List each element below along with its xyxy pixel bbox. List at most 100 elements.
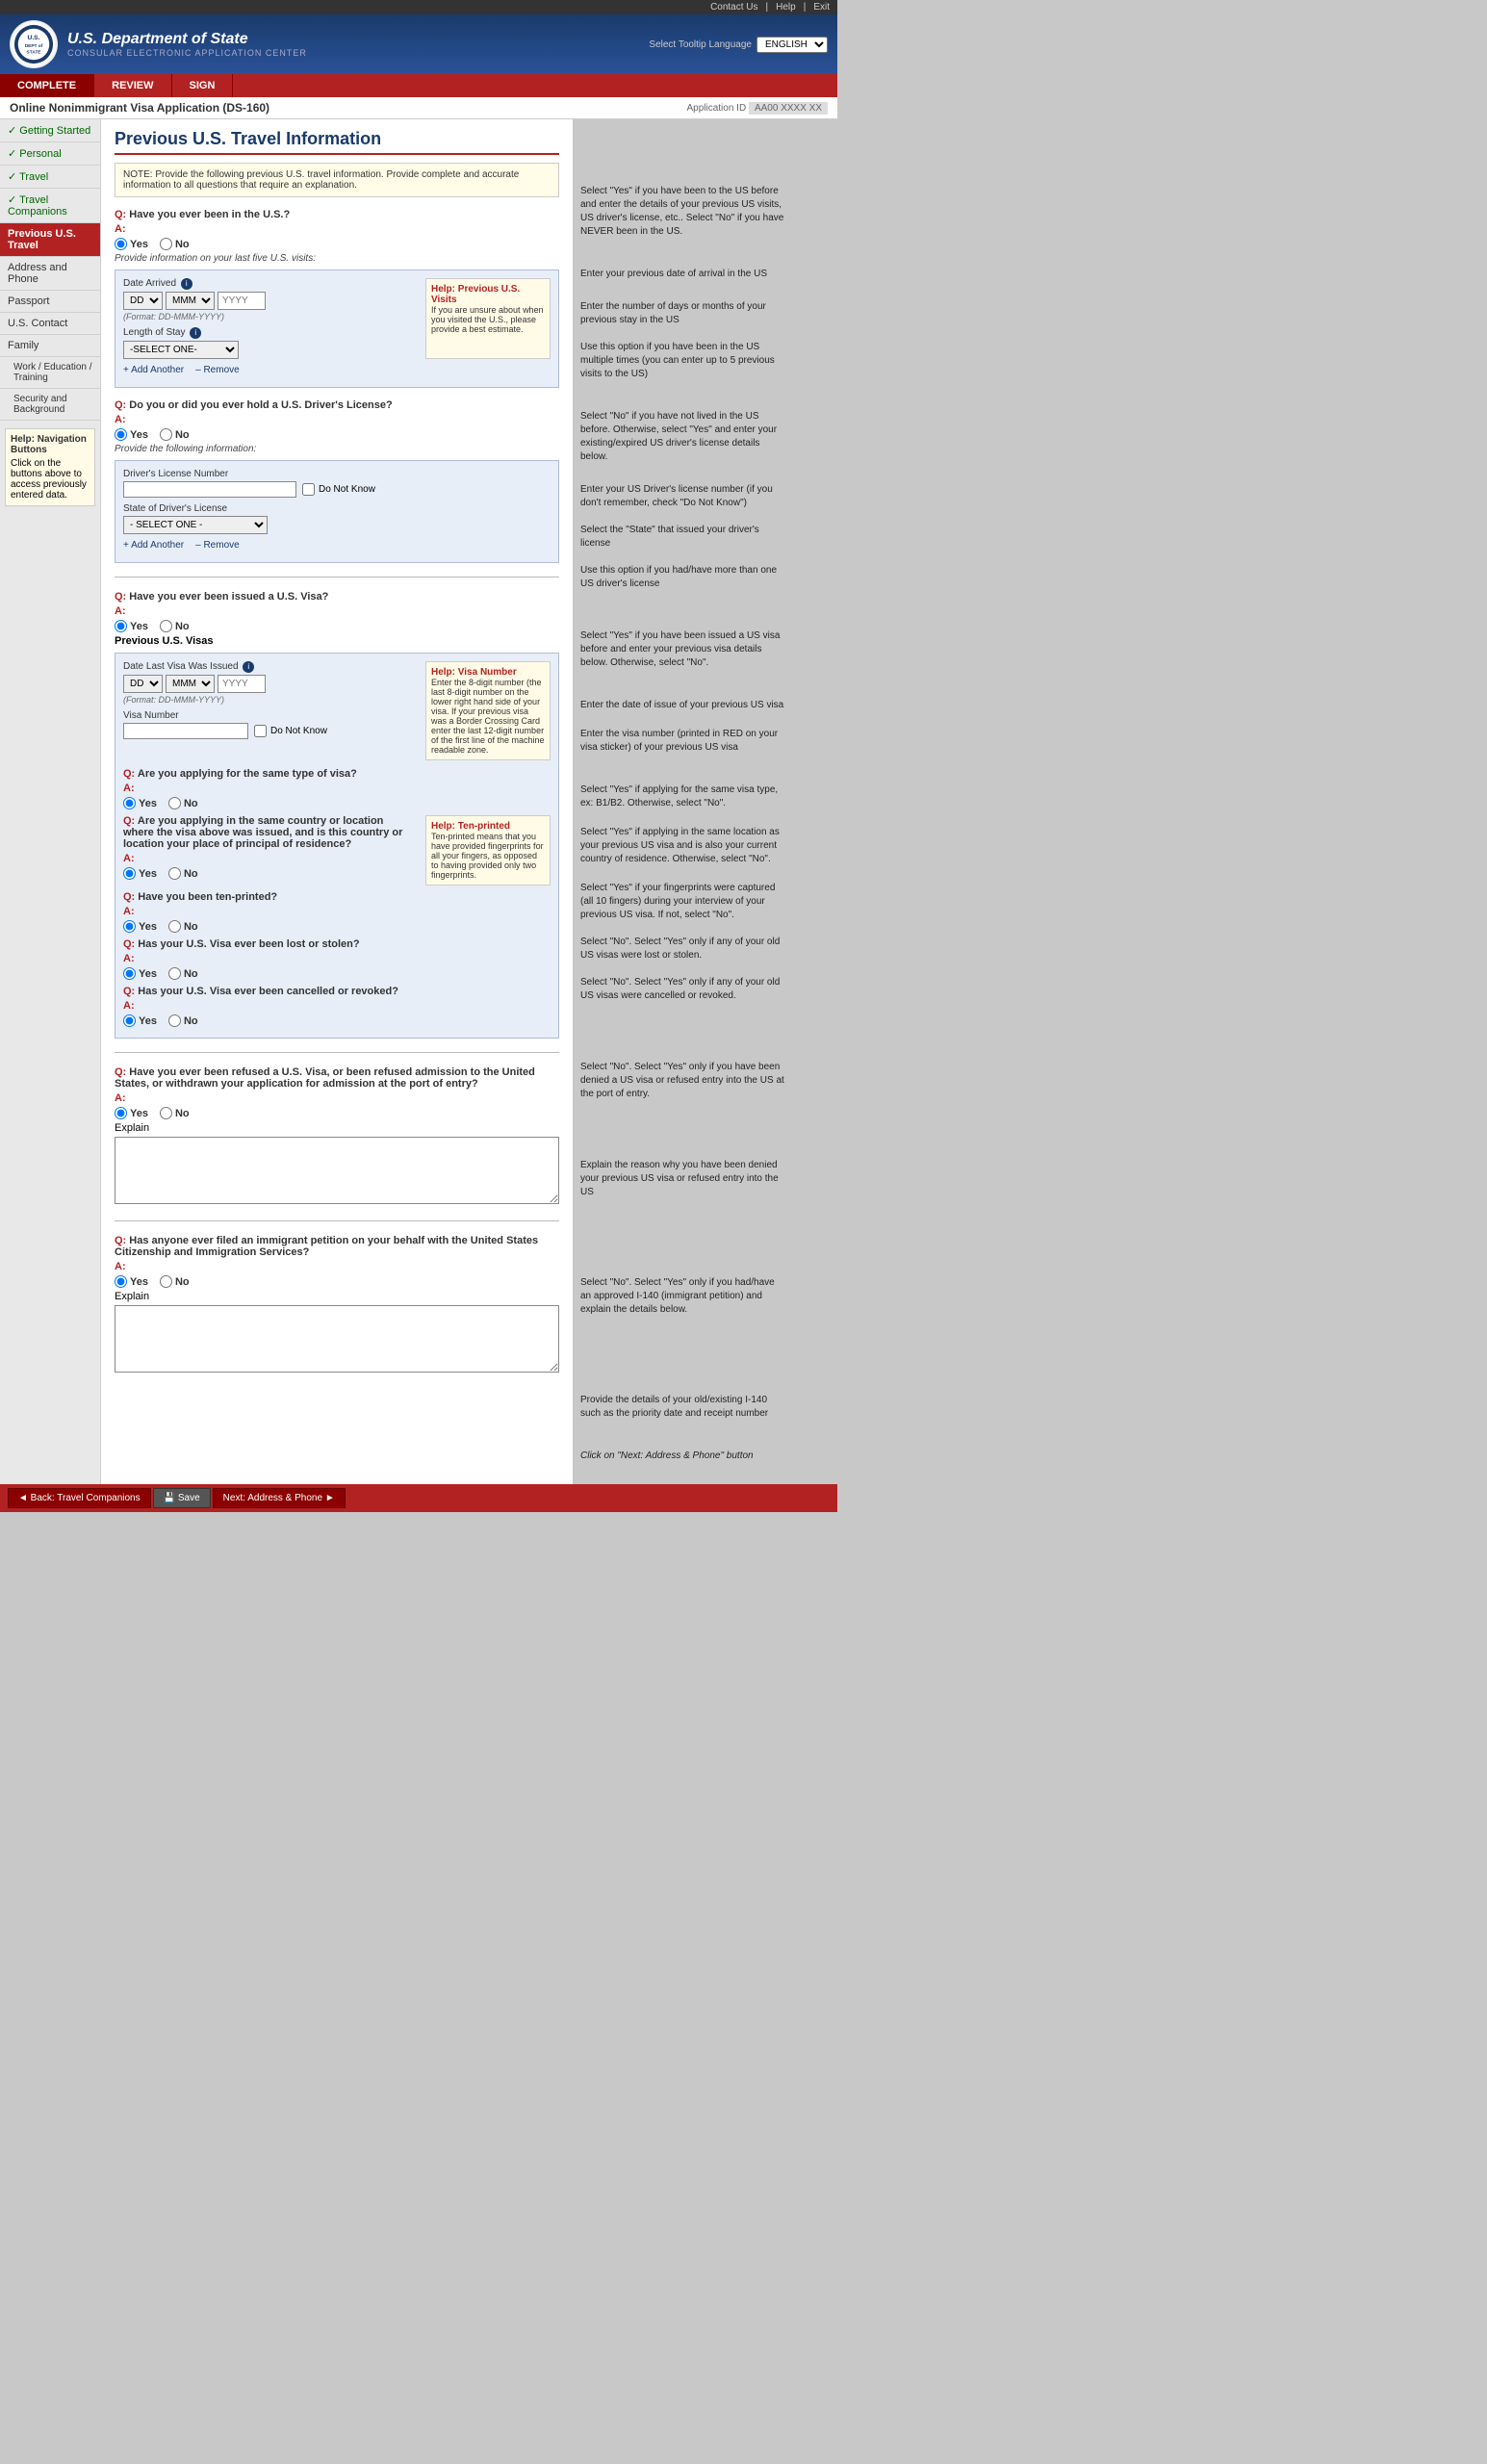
- nav-tabs: COMPLETE REVIEW SIGN: [0, 74, 837, 97]
- year-input[interactable]: [218, 292, 266, 310]
- dl-do-not-know[interactable]: [302, 483, 315, 496]
- q4-label: Have you ever been refused a U.S. Visa, …: [115, 1066, 535, 1090]
- header: U.S. DEPT of STATE U.S. Department of St…: [0, 14, 837, 74]
- sidebar-item-travel[interactable]: Travel: [0, 166, 100, 189]
- q4-yes[interactable]: Yes: [115, 1107, 148, 1119]
- same-location-yes[interactable]: Yes: [123, 867, 157, 880]
- annotation-14: Select "Yes" if your fingerprints were c…: [580, 882, 786, 922]
- visa-date-format-hint: (Format: DD-MMM-YYYY): [123, 695, 410, 705]
- svg-text:STATE: STATE: [27, 50, 41, 56]
- annotation-9: Select "Yes" if you have been issued a U…: [580, 629, 786, 670]
- same-type-yes[interactable]: Yes: [123, 797, 157, 809]
- visa-year-input[interactable]: [218, 675, 266, 693]
- remove-dl[interactable]: – Remove: [195, 540, 240, 551]
- add-another-visit[interactable]: + Add Another: [123, 365, 184, 375]
- annotation-18: Explain the reason why you have been den…: [580, 1159, 786, 1199]
- sidebar-item-travel-companions[interactable]: Travel Companions: [0, 189, 100, 223]
- sidebar-item-us-contact[interactable]: U.S. Contact: [0, 313, 100, 335]
- same-type-no[interactable]: No: [168, 797, 198, 809]
- visa-day-select[interactable]: DD: [123, 675, 163, 693]
- info-icon-date[interactable]: i: [181, 278, 192, 290]
- sidebar-item-getting-started[interactable]: Getting Started: [0, 119, 100, 142]
- q3-visa-box: Date Last Visa Was Issued i DD MMM (Form…: [115, 653, 559, 1039]
- q3-no[interactable]: No: [160, 620, 190, 632]
- day-select[interactable]: DD: [123, 292, 163, 310]
- app-header: Online Nonimmigrant Visa Application (DS…: [0, 97, 837, 119]
- cancelled-no[interactable]: No: [168, 1014, 198, 1027]
- sidebar-item-previous-us-travel[interactable]: Previous U.S. Travel: [0, 223, 100, 257]
- dl-number-label: Driver's License Number: [123, 469, 551, 479]
- tab-complete[interactable]: COMPLETE: [0, 74, 94, 97]
- note-box: NOTE: Provide the following previous U.S…: [115, 163, 559, 197]
- tab-sign[interactable]: SIGN: [172, 74, 234, 97]
- q5-yes[interactable]: Yes: [115, 1275, 148, 1288]
- lang-label: Select Tooltip Language: [649, 39, 752, 50]
- visa-month-select[interactable]: MMM: [166, 675, 215, 693]
- sidebar-item-family[interactable]: Family: [0, 335, 100, 357]
- q1-yes[interactable]: Yes: [115, 238, 148, 250]
- q5-explain-label: Explain: [115, 1291, 559, 1302]
- right-panel: Select "Yes" if you have been to the US …: [573, 119, 794, 1484]
- ten-printed-yes[interactable]: Yes: [123, 920, 157, 933]
- help-ten-printed: Help: Ten-printed Ten-printed means that…: [425, 815, 551, 886]
- same-location-no[interactable]: No: [168, 867, 198, 880]
- lang-select[interactable]: ENGLISH: [756, 37, 828, 53]
- question-1: Q: Have you ever been in the U.S.? A: Ye…: [115, 209, 559, 388]
- info-icon-visa-date[interactable]: i: [243, 661, 254, 673]
- ten-printed-no[interactable]: No: [168, 920, 198, 933]
- sidebar-item-address-phone[interactable]: Address and Phone: [0, 257, 100, 291]
- annotation-16: Select "No". Select "Yes" only if any of…: [580, 976, 786, 1003]
- q2-no[interactable]: No: [160, 428, 190, 441]
- annotation-12: Select "Yes" if applying for the same vi…: [580, 783, 786, 810]
- q5-no[interactable]: No: [160, 1275, 190, 1288]
- annotation-6: Enter your US Driver's license number (i…: [580, 483, 786, 510]
- next-button[interactable]: Next: Address & Phone ►: [213, 1488, 346, 1508]
- exit-link[interactable]: Exit: [813, 2, 830, 13]
- add-remove-bar-2: + Add Another – Remove: [123, 540, 551, 551]
- annotation-10: Enter the date of issue of your previous…: [580, 699, 786, 712]
- q1-no[interactable]: No: [160, 238, 190, 250]
- cancelled-yes[interactable]: Yes: [123, 1014, 157, 1027]
- length-stay-select[interactable]: -SELECT ONE-: [123, 341, 239, 359]
- visa-do-not-know[interactable]: [254, 725, 267, 737]
- back-button[interactable]: ◄ Back: Travel Companions: [8, 1488, 151, 1508]
- sidebar-item-passport[interactable]: Passport: [0, 291, 100, 313]
- annotation-7: Select the "State" that issued your driv…: [580, 524, 786, 551]
- help-visa-number: Help: Visa Number Enter the 8-digit numb…: [425, 661, 551, 760]
- help-link[interactable]: Help: [776, 2, 796, 13]
- info-icon-stay[interactable]: i: [190, 327, 201, 339]
- lang-selector[interactable]: Select Tooltip Language ENGLISH: [649, 37, 828, 53]
- q5-explain-input[interactable]: [115, 1305, 559, 1373]
- tab-review[interactable]: REVIEW: [94, 74, 171, 97]
- add-another-dl[interactable]: + Add Another: [123, 540, 184, 551]
- sidebar-item-personal[interactable]: Personal: [0, 142, 100, 166]
- q4-no[interactable]: No: [160, 1107, 190, 1119]
- annotation-21: Click on "Next: Address & Phone" button: [580, 1450, 786, 1463]
- visa-number-input[interactable]: [123, 723, 248, 739]
- q3-label: Have you ever been issued a U.S. Visa?: [129, 591, 328, 603]
- annotation-2: Enter your previous date of arrival in t…: [580, 268, 786, 281]
- lost-no[interactable]: No: [168, 967, 198, 980]
- save-button[interactable]: 💾 Save: [153, 1488, 211, 1508]
- q4-explain-label: Explain: [115, 1122, 559, 1134]
- month-select[interactable]: MMM: [166, 292, 215, 310]
- contact-link[interactable]: Contact Us: [710, 2, 757, 13]
- visa-do-not-know-label: Do Not Know: [270, 726, 327, 736]
- q2-yes[interactable]: Yes: [115, 428, 148, 441]
- q1-visits-box: Date Arrived i DD MMM (Format: DD-MMM-YY…: [115, 270, 559, 388]
- sidebar-item-security[interactable]: Security and Background: [0, 389, 100, 421]
- q5-label: Has anyone ever filed an immigrant petit…: [115, 1235, 538, 1258]
- state-select[interactable]: - SELECT ONE -: [123, 516, 268, 534]
- q1-sub: Provide information on your last five U.…: [115, 253, 559, 264]
- remove-visit[interactable]: – Remove: [195, 365, 240, 375]
- annotation-5: Select "No" if you have not lived in the…: [580, 410, 786, 464]
- question-2: Q: Do you or did you ever hold a U.S. Dr…: [115, 399, 559, 563]
- q4-explain-input[interactable]: [115, 1137, 559, 1204]
- dl-number-input[interactable]: [123, 481, 296, 498]
- q1-label: Have you ever been in the U.S.?: [129, 209, 290, 220]
- top-bar: Contact Us | Help | Exit: [0, 0, 837, 14]
- sidebar-item-work-education[interactable]: Work / Education / Training: [0, 357, 100, 389]
- lost-yes[interactable]: Yes: [123, 967, 157, 980]
- q3-yes[interactable]: Yes: [115, 620, 148, 632]
- add-remove-bar-1: + Add Another – Remove: [123, 365, 551, 375]
